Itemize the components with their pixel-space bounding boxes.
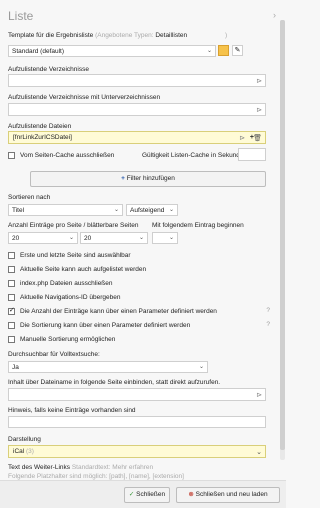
option-label-1: Aktuelle Seite kann auch aufgelistet wer…: [20, 266, 147, 273]
close-button[interactable]: ✓ Schließen: [124, 487, 170, 503]
option-label-4: Die Anzahl der Einträge kann über einen …: [20, 308, 217, 315]
panel-title: Liste: [8, 9, 34, 23]
cache-validity-label: Gültigkeit Listen-Cache in Sekunden: [142, 152, 248, 159]
picker-icon[interactable]: ⊳: [256, 77, 262, 85]
chevron-down-icon: ⌄: [168, 235, 174, 241]
display-value-text: iCal: [13, 448, 25, 455]
dirs-label: Aufzulistende Verzeichnisse: [8, 66, 89, 73]
empty-hint-input[interactable]: [8, 416, 266, 428]
pages-select[interactable]: 20 ⌄: [80, 232, 148, 244]
page-cache-label: Vom Seiten-Cache ausschließen: [20, 152, 115, 159]
chevron-down-icon: ⌄: [138, 235, 144, 241]
template-label: Template für die Ergebnisliste: [8, 32, 94, 39]
add-filter-label: Filter hinzufügen: [126, 175, 175, 182]
template-hint-end: ): [224, 32, 228, 39]
option-checkbox-3[interactable]: [8, 294, 15, 301]
close-reload-button[interactable]: ⊗ Schließen und neu laden: [176, 487, 280, 503]
chevron-down-icon: ⌄: [168, 207, 174, 213]
list-settings-panel: Liste › Template für die Ergebnisliste (…: [0, 0, 286, 508]
footer: ✓ Schließen ⊗ Schließen und neu laden: [0, 480, 286, 508]
per-page-label: Anzahl Einträge pro Seite / blätterbare …: [8, 222, 139, 229]
start-select[interactable]: ⌄: [152, 232, 178, 244]
option-checkbox-6[interactable]: [8, 336, 15, 343]
chevron-down-icon: ⌄: [206, 48, 212, 54]
sort-dir-value: Aufsteigend: [130, 207, 165, 214]
display-value: iCal (3): [13, 448, 34, 455]
chevron-down-icon: ⌄: [198, 364, 204, 370]
more-link-row: Text des Weiter-Links Standardtext: Mehr…: [8, 464, 153, 471]
empty-hint-label: Hinweis, falls keine Einträge vorhanden …: [8, 407, 136, 414]
template-label-row: Template für die Ergebnisliste (Angebote…: [8, 32, 227, 39]
template-hint: (Angebotene Typen:: [95, 32, 154, 39]
display-hint: (3): [26, 448, 34, 455]
edit-icon[interactable]: ✎: [232, 45, 243, 56]
picker-icon[interactable]: ⊳: [239, 134, 245, 142]
embed-label: Inhalt über Dateiname in folgende Seite …: [8, 379, 221, 386]
files-input[interactable]: [fnrLinkZurICSDatei] ⊳ + 🗑: [8, 131, 266, 144]
option-label-2: index.php Dateien ausschließen: [20, 280, 113, 287]
trash-icon[interactable]: 🗑: [253, 134, 262, 142]
close-button-label: Schließen: [136, 491, 166, 498]
help-icon[interactable]: ?: [266, 321, 270, 328]
more-link-placeholder: Standardtext: Mehr erfahren: [71, 464, 154, 471]
option-label-0: Erste und letzte Seite sind auswählbar: [20, 252, 131, 259]
help-icon[interactable]: ?: [266, 307, 270, 314]
cache-validity-input[interactable]: [238, 148, 266, 161]
per-page-select[interactable]: 20 ⌄: [8, 232, 78, 244]
sort-label: Sortieren nach: [8, 194, 51, 201]
chevron-down-icon: ⌄: [256, 449, 262, 456]
folder-icon[interactable]: [218, 45, 229, 56]
option-checkbox-1[interactable]: [8, 266, 15, 273]
template-type: Detaillisten: [155, 32, 188, 39]
chevron-down-icon: ⌄: [68, 235, 74, 241]
picker-icon[interactable]: ⊳: [256, 391, 262, 399]
option-checkbox-4[interactable]: [8, 306, 15, 315]
page-cache-checkbox[interactable]: [8, 152, 15, 159]
dirs-sub-label: Aufzulistende Verzeichnisse mit Unterver…: [8, 94, 161, 101]
option-checkbox-5[interactable]: [8, 322, 15, 329]
dirs-sub-input[interactable]: ⊳: [8, 103, 266, 116]
template-select[interactable]: Standard (default) ⌄: [8, 45, 216, 57]
embed-input[interactable]: ⊳: [8, 388, 266, 401]
fulltext-value: Ja: [12, 364, 19, 371]
placeholders-text: Folgende Platzhalter sind möglich: [path…: [8, 473, 184, 480]
picker-icon[interactable]: ⊳: [256, 106, 262, 114]
scrollbar-thumb[interactable]: [280, 20, 285, 450]
scrollbar[interactable]: [280, 20, 285, 460]
sort-by-value: Titel: [12, 207, 25, 214]
per-page-value: 20: [12, 235, 20, 242]
option-checkbox-0[interactable]: [8, 252, 15, 259]
close-reload-button-label: Schließen und neu laden: [195, 491, 268, 498]
option-label-5: Die Sortierung kann über einen Parameter…: [20, 322, 191, 329]
chevron-down-icon: ⌄: [113, 207, 119, 213]
more-link-label: Text des Weiter-Links: [8, 464, 71, 471]
fulltext-select[interactable]: Ja ⌄: [8, 361, 208, 373]
fulltext-label: Durchsuchbar für Volltextsuche:: [8, 351, 100, 358]
option-checkbox-2[interactable]: [8, 280, 15, 287]
display-label: Darstellung: [8, 436, 41, 443]
display-select[interactable]: iCal (3) ⌄: [8, 445, 266, 458]
option-label-3: Aktuelle Navigations-ID übergeben: [20, 294, 121, 301]
option-label-6: Manuelle Sortierung ermöglichen: [20, 336, 116, 343]
files-value: [fnrLinkZurICSDatei]: [13, 134, 72, 141]
files-label: Aufzulistende Dateien: [8, 123, 72, 130]
close-icon: ⊗: [188, 491, 196, 498]
dirs-input[interactable]: ⊳: [8, 74, 266, 87]
sort-dir-select[interactable]: Aufsteigend ⌄: [126, 204, 178, 216]
sort-by-select[interactable]: Titel ⌄: [8, 204, 123, 216]
close-icon[interactable]: ›: [273, 10, 276, 20]
start-label: Mit folgendem Eintrag beginnen: [152, 222, 244, 229]
add-filter-button[interactable]: + Filter hinzufügen: [30, 171, 266, 187]
pages-value: 20: [84, 235, 92, 242]
template-value: Standard (default): [12, 48, 65, 55]
